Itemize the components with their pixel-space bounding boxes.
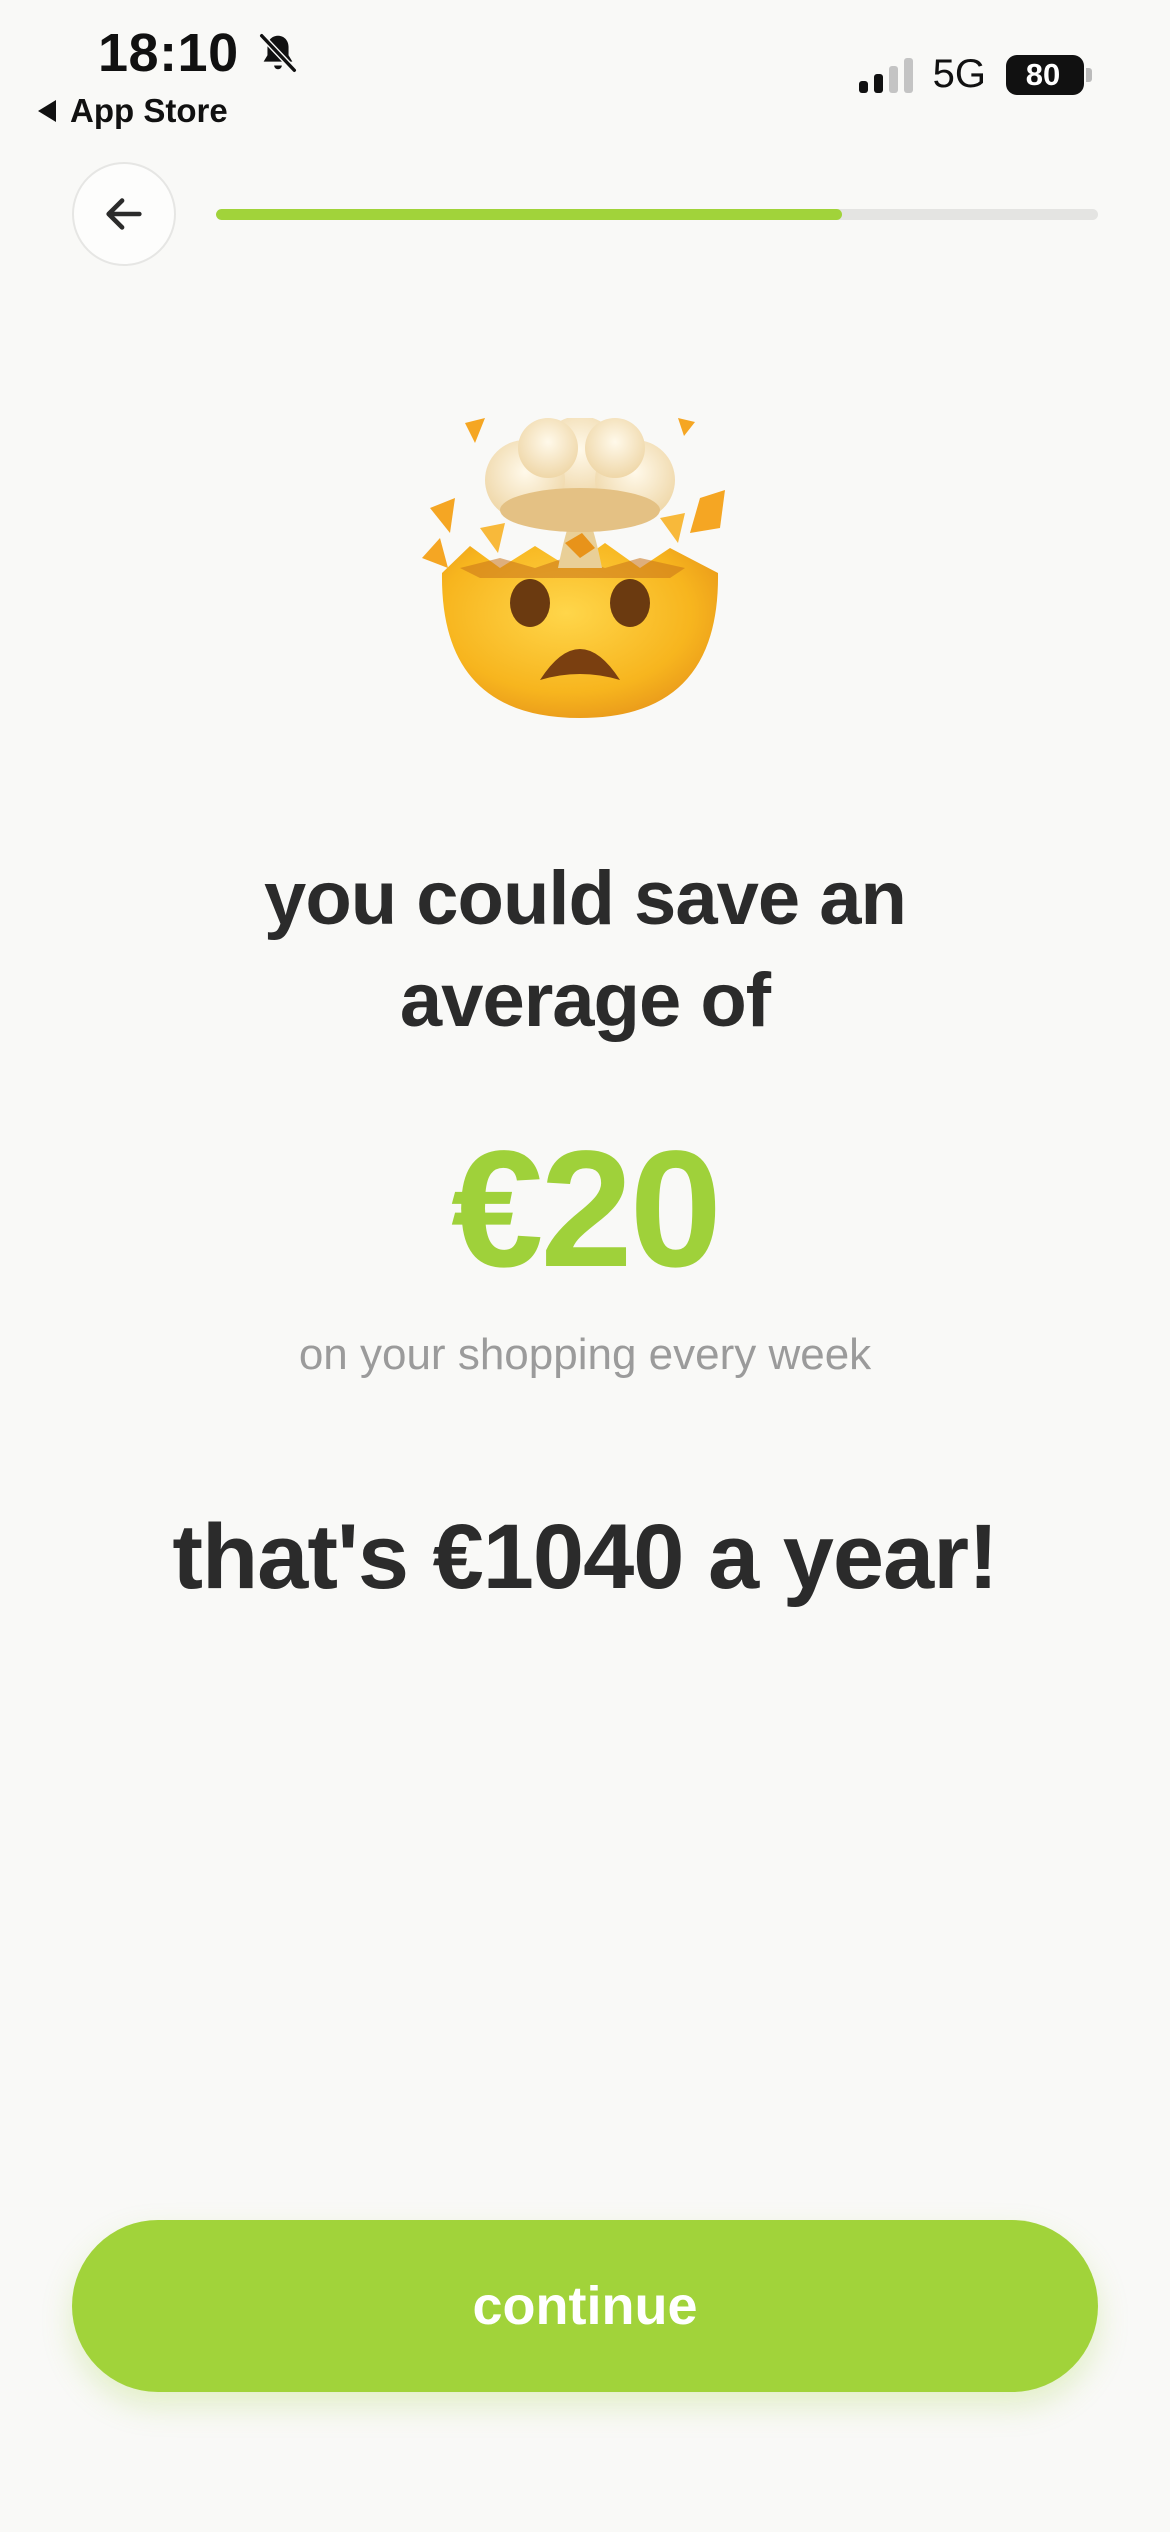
progress-bar	[216, 209, 1098, 220]
network-label: 5G	[932, 52, 986, 96]
status-bar-time: 18:10	[98, 22, 301, 84]
continue-label: continue	[472, 2276, 698, 2336]
weekly-savings-amount: €20	[451, 1117, 722, 1302]
headline-line-2: average of	[399, 958, 771, 1043]
yearly-savings-text: that's €1040 a year!	[172, 1506, 998, 1608]
savings-headline: you could save an average of	[0, 848, 1170, 1052]
arrow-left-icon	[106, 198, 142, 230]
back-to-app-store[interactable]: App Store	[38, 92, 228, 130]
back-triangle-icon	[38, 100, 56, 122]
bell-off-icon	[258, 32, 297, 74]
back-button[interactable]	[72, 162, 176, 266]
status-indicators: 5G 80	[858, 52, 1092, 97]
continue-button[interactable]: continue	[72, 2220, 1098, 2392]
battery-level: 80	[1025, 56, 1061, 92]
exploding-head-icon	[420, 416, 740, 718]
back-to-app-label: App Store	[70, 92, 228, 129]
savings-subtext: on your shopping every week	[298, 1330, 872, 1379]
signal-icon	[858, 57, 913, 93]
time-label: 18:10	[98, 23, 239, 83]
progress-bar-fill	[216, 209, 843, 220]
battery-icon: 80	[1006, 54, 1092, 95]
headline-line-1: you could save an	[264, 856, 907, 941]
